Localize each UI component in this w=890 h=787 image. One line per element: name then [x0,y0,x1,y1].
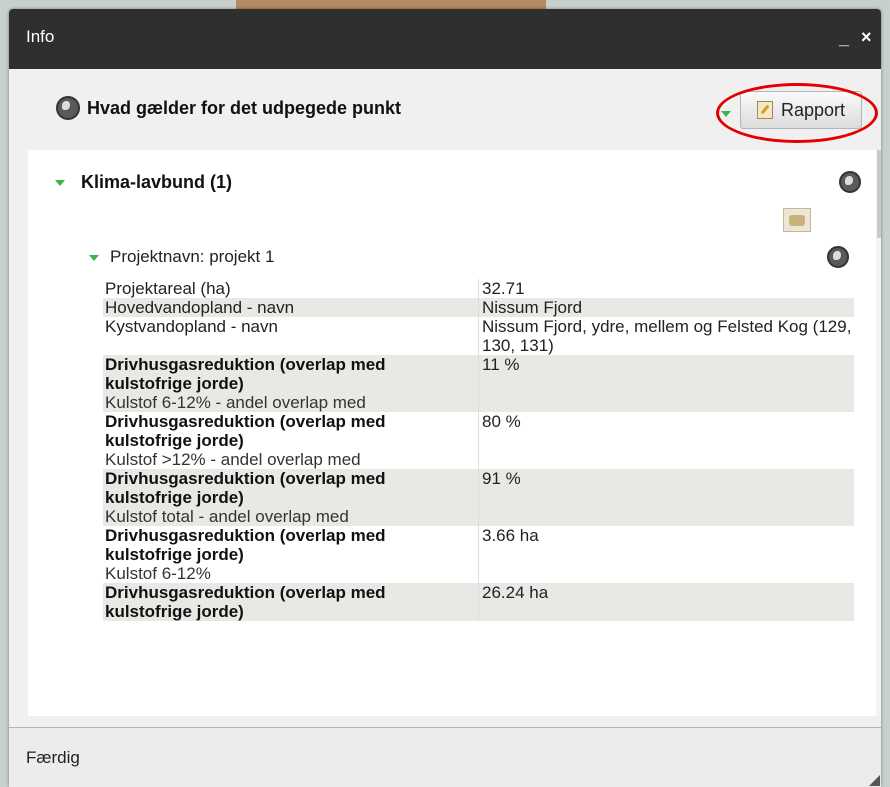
table-row: Drivhusgasreduktion (overlap med kulstof… [103,355,854,412]
row-label-sub: Kulstof >12% - andel overlap med [105,450,361,469]
close-button[interactable]: × [861,28,872,46]
row-label: Drivhusgasreduktion (overlap med kulstof… [103,412,478,469]
row-label-sub: Kulstof 6-12% - andel overlap med [105,393,366,412]
row-label-bold: Drivhusgasreduktion (overlap med [105,583,386,602]
dialog-footer: Færdig [9,727,881,787]
dialog-titlebar[interactable]: Info _ × [9,9,881,69]
table-row: Hovedvandopland - navn Nissum Fjord [103,298,854,317]
done-button[interactable]: Færdig [26,748,80,768]
row-label-sub: Kulstof 6-12% [105,564,211,583]
row-value: 91 % [478,469,854,526]
chevron-down-icon[interactable] [55,180,65,186]
resize-grip-icon[interactable] [869,775,880,786]
row-value: Nissum Fjord [478,298,854,317]
row-value: 11 % [478,355,854,412]
row-label-bold: kulstofrige jorde) [105,545,244,564]
report-icon [757,101,773,119]
scrollbar-thumb[interactable] [877,150,881,238]
row-value: Nissum Fjord, ydre, mellem og Felsted Ko… [478,317,854,355]
table-row: Drivhusgasreduktion (overlap med kulstof… [103,412,854,469]
minimize-button[interactable]: _ [839,29,849,47]
info-header: Hvad gælder for det udpegede punkt Rappo… [9,69,881,143]
info-dialog: Info _ × Hvad gælder for det udpegede pu… [9,9,881,787]
globe-icon [56,96,80,120]
row-value: 26.24 ha [478,583,854,621]
map-feature-strip [236,0,546,9]
row-value: 3.66 ha [478,526,854,583]
row-label: Drivhusgasreduktion (overlap med kulstof… [103,526,478,583]
dialog-title: Info [26,27,55,46]
row-label-bold: kulstofrige jorde) [105,602,244,621]
row-label: Drivhusgasreduktion (overlap med kulstof… [103,355,478,412]
table-row: Drivhusgasreduktion (overlap med kulstof… [103,583,854,621]
row-label: Hovedvandopland - navn [105,298,295,317]
chevron-down-icon[interactable] [721,111,731,117]
row-value: 32.71 [478,279,854,298]
info-header-title: Hvad gælder for det udpegede punkt [87,98,402,118]
table-row: Drivhusgasreduktion (overlap med kulstof… [103,469,854,526]
globe-icon[interactable] [839,171,861,193]
row-label-sub: Kulstof total - andel overlap med [105,507,349,526]
row-label-bold: kulstofrige jorde) [105,431,244,450]
scrollbar[interactable] [876,150,881,716]
table-row: Projektareal (ha) 32.71 [103,279,854,298]
row-label: Kystvandopland - navn [105,317,278,336]
attribute-table: Projektareal (ha) 32.71 Hovedvandopland … [103,279,854,621]
row-label-bold: kulstofrige jorde) [105,374,244,393]
row-label-bold: kulstofrige jorde) [105,488,244,507]
chevron-down-icon[interactable] [89,255,99,261]
report-button[interactable]: Rapport [740,91,862,129]
row-label: Projektareal (ha) [105,279,231,298]
results-panel: Klima-lavbund (1) Projektnavn: projekt 1… [28,150,881,716]
map-figure-icon[interactable] [783,208,811,232]
row-label-bold: Drivhusgasreduktion (overlap med [105,526,386,545]
row-label: Drivhusgasreduktion (overlap med kulstof… [103,469,478,526]
project-title[interactable]: Projektnavn: projekt 1 [110,247,274,267]
row-label: Drivhusgasreduktion (overlap med kulstof… [103,583,478,621]
globe-icon[interactable] [827,246,849,268]
row-value: 80 % [478,412,854,469]
row-label-bold: Drivhusgasreduktion (overlap med [105,469,386,488]
table-row: Drivhusgasreduktion (overlap med kulstof… [103,526,854,583]
report-button-label: Rapport [781,100,846,120]
table-row: Kystvandopland - navn Nissum Fjord, ydre… [103,317,854,355]
section-title[interactable]: Klima-lavbund (1) [81,172,232,193]
row-label-bold: Drivhusgasreduktion (overlap med [105,355,386,374]
row-label-bold: Drivhusgasreduktion (overlap med [105,412,386,431]
